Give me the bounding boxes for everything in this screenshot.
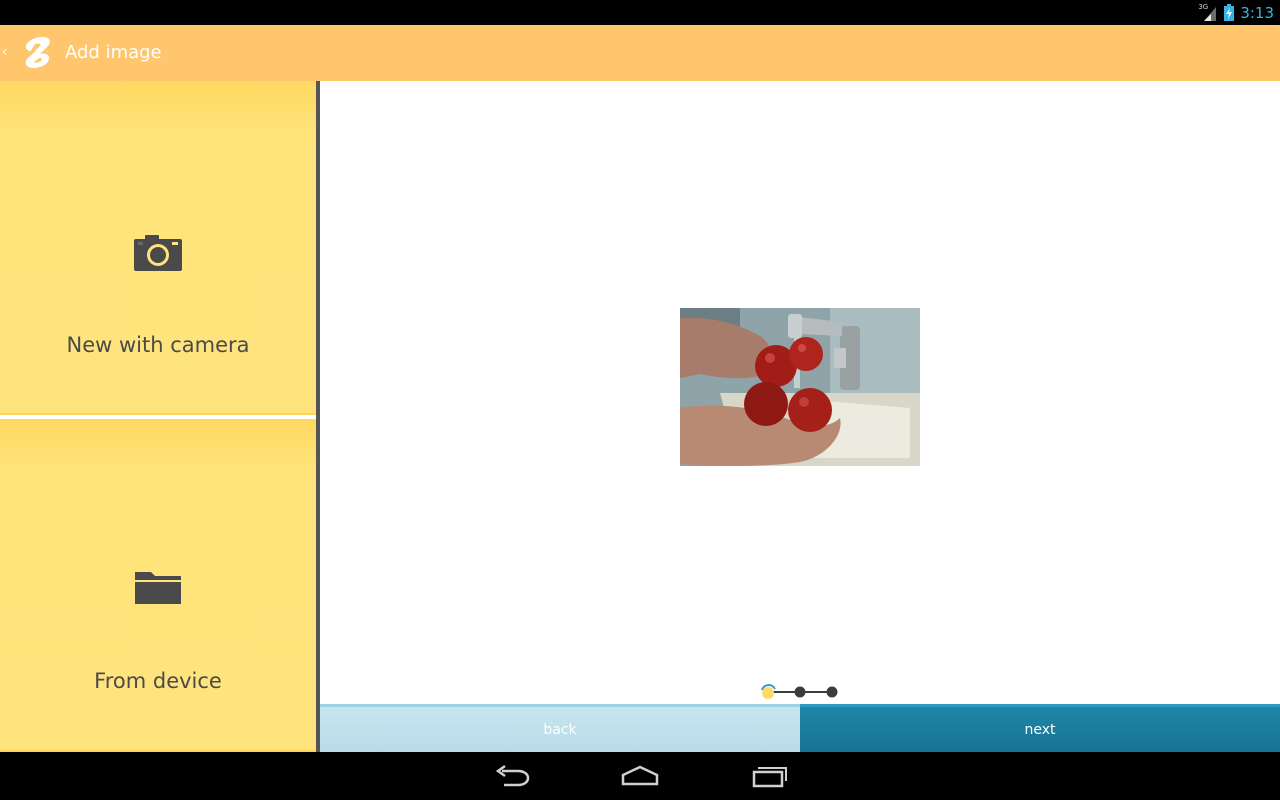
- step-dot-current: [762, 687, 774, 699]
- system-navigation-bar: [0, 752, 1280, 800]
- next-button[interactable]: next: [800, 704, 1280, 752]
- back-icon[interactable]: [492, 762, 532, 790]
- status-clock: 3:13: [1240, 3, 1274, 22]
- recent-apps-icon[interactable]: [750, 762, 790, 790]
- step-dot: [794, 686, 806, 698]
- page-title: Add image: [65, 42, 162, 63]
- action-bar: ‹ Add image: [0, 25, 1280, 81]
- from-device-button[interactable]: From device: [0, 419, 316, 752]
- up-navigation-icon[interactable]: ‹: [2, 44, 8, 60]
- signal-icon: 3G: [1198, 2, 1218, 22]
- status-bar: 3G 3:13: [0, 0, 1280, 25]
- camera-icon: [134, 235, 182, 271]
- status-icons: 3G 3:13: [1198, 0, 1274, 25]
- back-button-label: back: [543, 721, 577, 738]
- preview-image[interactable]: [680, 308, 920, 466]
- battery-icon: [1224, 4, 1235, 21]
- step-indicator: [761, 684, 838, 699]
- new-with-camera-label: New with camera: [66, 333, 250, 357]
- next-button-label: next: [1024, 721, 1056, 738]
- home-icon[interactable]: [620, 762, 660, 790]
- new-with-camera-button[interactable]: New with camera: [0, 81, 316, 415]
- from-device-label: From device: [94, 669, 222, 693]
- app-logo-icon[interactable]: [21, 35, 53, 71]
- step-dot: [826, 686, 838, 698]
- network-type: 3G: [1198, 2, 1209, 11]
- back-button[interactable]: back: [320, 704, 800, 752]
- folder-icon: [135, 572, 181, 604]
